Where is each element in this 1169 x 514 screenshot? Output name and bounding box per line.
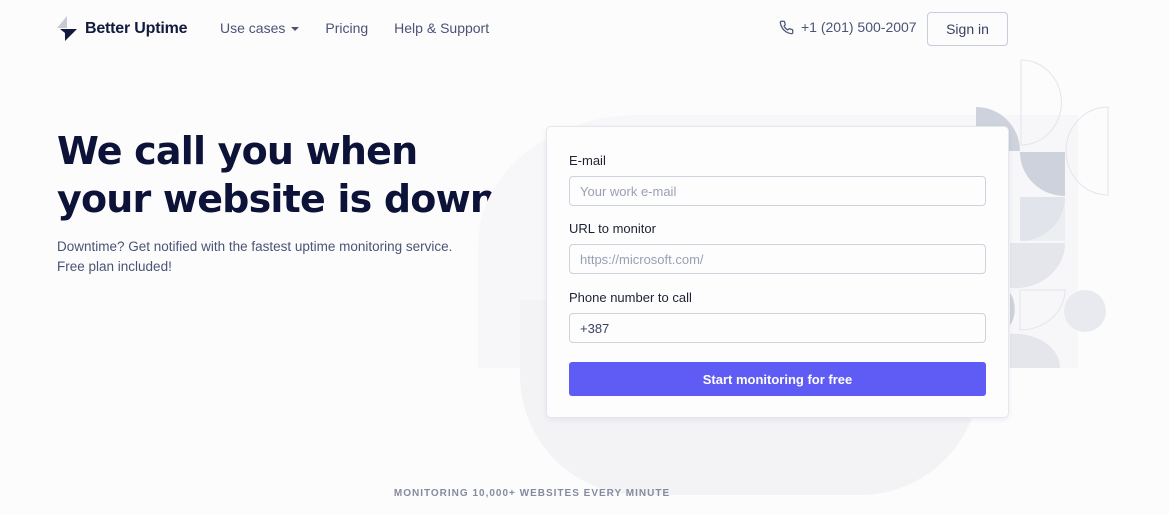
main-nav: Use cases Pricing Help & Support bbox=[220, 20, 515, 36]
url-label: URL to monitor bbox=[569, 221, 656, 236]
email-label: E-mail bbox=[569, 153, 606, 168]
phone-icon bbox=[779, 20, 794, 34]
phone-link[interactable]: +1 (201) 500-2007 bbox=[779, 19, 917, 35]
brand-name: Better Uptime bbox=[85, 20, 188, 37]
url-field[interactable] bbox=[569, 244, 986, 274]
phone-label: Phone number to call bbox=[569, 290, 692, 305]
nav-use-cases[interactable]: Use cases bbox=[220, 20, 300, 36]
site-header: Better Uptime Use cases Pricing Help & S… bbox=[0, 0, 1169, 56]
chevron-down-icon bbox=[291, 27, 300, 31]
email-field[interactable] bbox=[569, 176, 986, 206]
bolt-logo-icon bbox=[57, 16, 77, 41]
logo[interactable]: Better Uptime bbox=[57, 16, 188, 42]
hero-subtitle: Downtime? Get notified with the fastest … bbox=[57, 239, 453, 274]
signup-form: E-mail URL to monitor Phone number to ca… bbox=[546, 126, 1009, 418]
phone-field[interactable] bbox=[569, 313, 986, 343]
hero-title-line-1: We call you when bbox=[57, 129, 418, 173]
hero-title-line-2: your website is down bbox=[57, 177, 497, 221]
start-monitoring-button[interactable]: Start monitoring for free bbox=[569, 362, 986, 396]
nav-use-cases-label: Use cases bbox=[220, 20, 286, 36]
phone-number: +1 (201) 500-2007 bbox=[801, 19, 917, 35]
nav-pricing[interactable]: Pricing bbox=[325, 20, 368, 36]
sign-in-button[interactable]: Sign in bbox=[927, 12, 1008, 46]
nav-help-support[interactable]: Help & Support bbox=[394, 20, 489, 36]
monitoring-tagline: MONITORING 10,000+ WEBSITES EVERY MINUTE bbox=[393, 488, 671, 499]
hero-title: We call you when your website is down bbox=[57, 127, 497, 223]
